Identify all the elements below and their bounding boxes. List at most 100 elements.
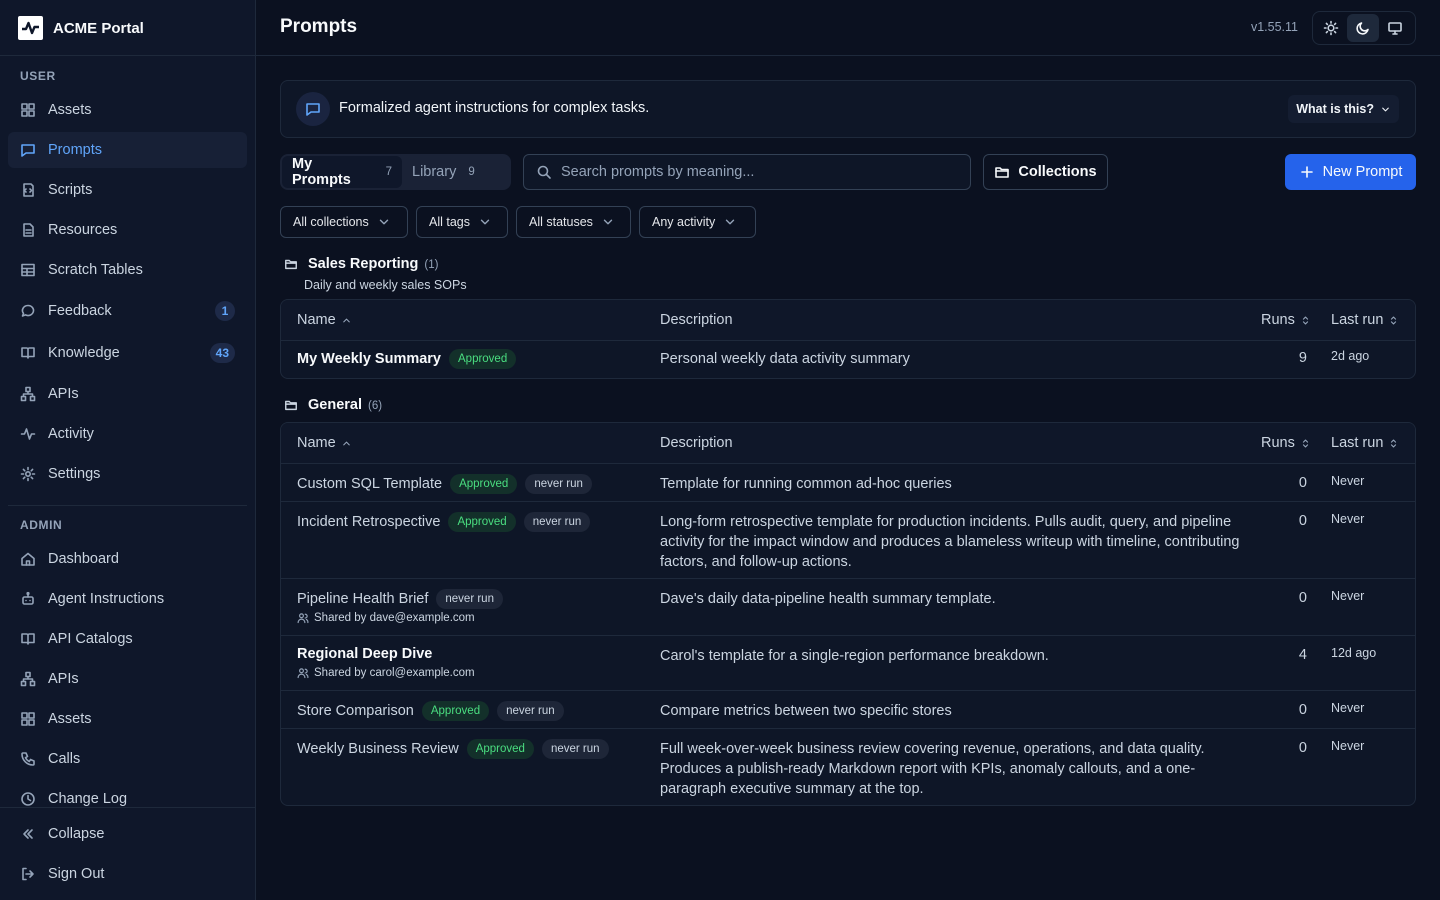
never-run-badge: never run — [497, 701, 564, 721]
sidebar-item-admin-apis[interactable]: APIs — [8, 661, 247, 697]
sort-icon — [1302, 316, 1308, 324]
search-input[interactable] — [561, 164, 951, 180]
table-row[interactable]: Custom SQL Template Approved never run T… — [281, 464, 1415, 502]
users-icon — [297, 668, 309, 679]
sort-asc-icon — [342, 441, 350, 445]
column-name-header[interactable]: Name — [297, 435, 352, 451]
sidebar-item-label: Assets — [48, 102, 92, 118]
group-name: General — [308, 397, 362, 413]
table-row[interactable]: Store Comparison Approved never run Comp… — [281, 691, 1415, 729]
prompt-name[interactable]: My Weekly Summary — [297, 351, 441, 367]
book-icon — [21, 633, 35, 645]
prompt-name[interactable]: Pipeline Health Brief — [297, 591, 428, 607]
brand[interactable]: ACME Portal — [18, 16, 144, 40]
sign-out-button[interactable]: Sign Out — [8, 856, 247, 892]
prompt-name[interactable]: Custom SQL Template — [297, 476, 442, 492]
search-icon — [537, 165, 551, 179]
table-row[interactable]: Weekly Business Review Approved never ru… — [281, 729, 1415, 805]
sort-asc-icon — [342, 318, 350, 322]
last-run: 2d ago — [1331, 349, 1370, 363]
column-runs-header[interactable]: Runs — [1261, 312, 1311, 328]
collapse-sidebar-button[interactable]: Collapse — [8, 816, 247, 852]
column-runs-header[interactable]: Runs — [1261, 435, 1311, 451]
banner-text: Formalized agent instructions for comple… — [339, 100, 650, 116]
approved-badge: Approved — [450, 474, 518, 494]
tab-my-prompts[interactable]: My Prompts 7 — [282, 156, 402, 188]
sidebar-item-admin-assets[interactable]: Assets — [8, 701, 247, 737]
collection-filter[interactable]: All collections — [280, 206, 408, 238]
never-run-badge: never run — [523, 512, 591, 532]
last-run: Never — [1331, 512, 1365, 526]
phone-icon — [21, 752, 35, 766]
sidebar-item-label: Prompts — [48, 142, 102, 158]
plus-icon — [1300, 166, 1313, 178]
column-last-run-header[interactable]: Last run — [1331, 435, 1399, 451]
tab-label: Library — [412, 164, 457, 180]
clock-icon — [21, 792, 35, 806]
search-box — [523, 154, 971, 190]
admin-section-label: ADMIN — [20, 518, 63, 532]
divider — [8, 505, 247, 506]
sidebar-item-assets[interactable]: Assets — [8, 92, 247, 128]
script-icon — [23, 183, 34, 197]
sidebar-item-dashboard[interactable]: Dashboard — [8, 541, 247, 577]
sidebar-item-resources[interactable]: Resources — [8, 212, 247, 248]
column-name-header[interactable]: Name — [297, 312, 352, 328]
sun-icon — [1323, 20, 1339, 36]
sidebar-item-scratch-tables[interactable]: Scratch Tables — [8, 252, 247, 288]
column-last-run-header[interactable]: Last run — [1331, 312, 1399, 328]
feedback-count-badge: 1 — [215, 301, 235, 321]
table-row[interactable]: Pipeline Health Brief never run Shared b… — [281, 579, 1415, 636]
run-count: 0 — [1298, 590, 1307, 606]
table-row[interactable]: Regional Deep Dive Shared by carol@examp… — [281, 636, 1415, 691]
tab-library[interactable]: Library 9 — [402, 156, 502, 188]
sidebar-item-feedback[interactable]: Feedback 1 — [8, 293, 247, 329]
prompt-name[interactable]: Incident Retrospective — [297, 514, 440, 530]
group-count: (6) — [368, 400, 383, 412]
what-is-this-button[interactable]: What is this? — [1288, 95, 1399, 123]
group-header[interactable]: Sales Reporting (1) — [284, 256, 438, 272]
light-theme-button[interactable] — [1315, 14, 1347, 42]
sidebar-item-apis[interactable]: APIs — [8, 376, 247, 412]
sort-icon — [1391, 316, 1397, 324]
grid-icon — [21, 103, 35, 117]
sidebar-item-prompts[interactable]: Prompts — [8, 132, 247, 168]
activity-filter[interactable]: Any activity — [639, 206, 756, 238]
status-filter[interactable]: All statuses — [516, 206, 631, 238]
prompt-name[interactable]: Regional Deep Dive — [297, 646, 432, 662]
prompt-name[interactable]: Store Comparison — [297, 703, 414, 719]
sidebar-item-change-log[interactable]: Change Log — [8, 781, 247, 817]
theme-toggle — [1312, 11, 1416, 45]
prompt-name[interactable]: Weekly Business Review — [297, 741, 459, 757]
prompt-tabs: My Prompts 7 Library 9 — [280, 154, 511, 190]
message-icon — [21, 144, 35, 157]
column-label: Name — [297, 312, 336, 328]
prompt-description: Full week-over-week business review cove… — [660, 741, 1205, 797]
group-header[interactable]: General (6) — [284, 397, 382, 413]
sidebar-item-label: Scratch Tables — [48, 262, 143, 278]
sidebar-item-knowledge[interactable]: Knowledge 43 — [8, 335, 247, 371]
dark-theme-button[interactable] — [1347, 14, 1379, 42]
sidebar-item-agent-instructions[interactable]: Agent Instructions — [8, 581, 247, 617]
shared-by: Shared by dave@example.com — [297, 612, 475, 624]
never-run-badge: never run — [541, 739, 609, 759]
sidebar-item-scripts[interactable]: Scripts — [8, 172, 247, 208]
system-theme-button[interactable] — [1379, 14, 1411, 42]
acme-logo-icon — [18, 16, 43, 40]
tag-filter[interactable]: All tags — [416, 206, 508, 238]
sign-out-label: Sign Out — [48, 866, 105, 882]
collections-button[interactable]: Collections — [983, 154, 1108, 190]
moon-icon — [1356, 22, 1369, 35]
never-run-badge: never run — [436, 589, 503, 609]
sidebar-item-calls[interactable]: Calls — [8, 741, 247, 777]
run-count: 4 — [1298, 647, 1307, 663]
tab-label: My Prompts — [292, 156, 351, 188]
table-row[interactable]: Incident Retrospective Approved never ru… — [281, 502, 1415, 579]
sidebar-item-activity[interactable]: Activity — [8, 416, 247, 452]
table-row[interactable]: My Weekly Summary Approved Personal week… — [281, 341, 1415, 378]
approved-badge: Approved — [421, 701, 490, 721]
sidebar-item-api-catalogs[interactable]: API Catalogs — [8, 621, 247, 657]
new-prompt-button[interactable]: New Prompt — [1285, 154, 1416, 190]
sidebar-item-settings[interactable]: Settings — [8, 456, 247, 492]
tab-count: 9 — [468, 166, 475, 178]
